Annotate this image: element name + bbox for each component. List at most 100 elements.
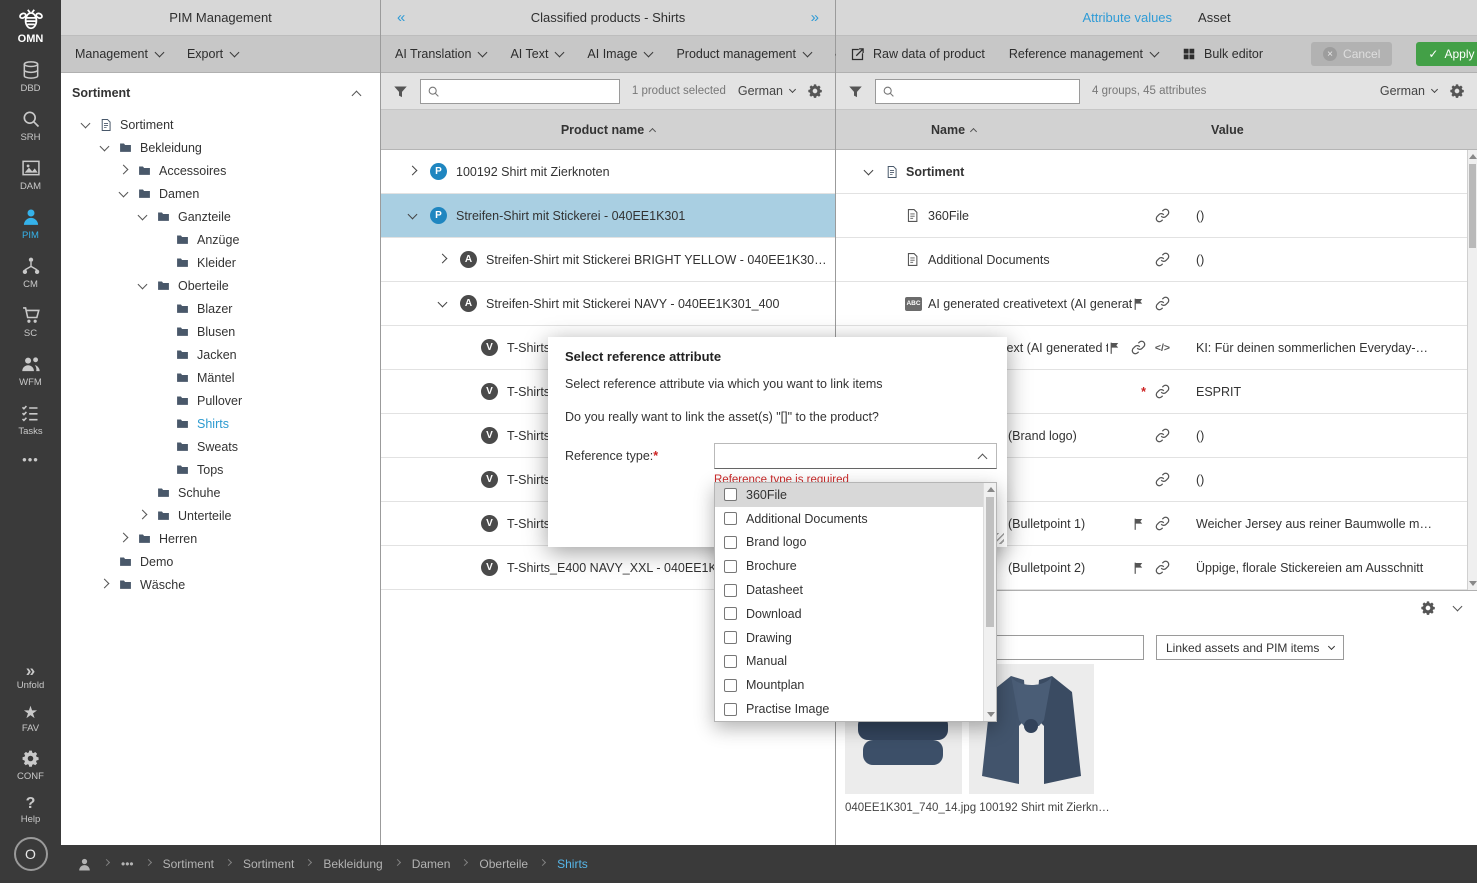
option-checkbox[interactable]	[724, 631, 737, 644]
scrollbar-thumb[interactable]	[986, 497, 994, 627]
scroll-up-icon[interactable]	[1469, 154, 1477, 159]
ai-text-button[interactable]: AI Text	[510, 47, 563, 61]
sidebar-item-cm[interactable]: CM	[21, 256, 41, 290]
tree-item[interactable]: Accessoires	[61, 159, 380, 182]
unlink-icon[interactable]	[1155, 252, 1170, 267]
attribute-value[interactable]: ESPRIT	[1196, 385, 1477, 399]
option-checkbox[interactable]	[724, 607, 737, 620]
unlink-icon[interactable]	[1155, 428, 1170, 443]
chevron-down-icon[interactable]	[100, 141, 110, 151]
code-icon[interactable]: </>	[1155, 342, 1170, 354]
tree-item[interactable]: Damen	[61, 182, 380, 205]
chevron-right-icon[interactable]	[408, 165, 418, 175]
tree-item[interactable]: Mäntel	[61, 366, 380, 389]
scroll-down-icon[interactable]	[987, 712, 995, 717]
unlink-icon[interactable]	[1131, 340, 1146, 355]
sidebar-item-dbd[interactable]: DBD	[20, 60, 40, 94]
breadcrumb-item-current[interactable]: Shirts	[557, 857, 588, 871]
option-checkbox[interactable]	[724, 488, 737, 501]
table-row[interactable]: AStreifen-Shirt mit Stickerei BRIGHT YEL…	[381, 238, 835, 282]
dropdown-option[interactable]: Mountplan	[715, 673, 996, 697]
vertical-scrollbar[interactable]	[1467, 150, 1477, 590]
sidebar-item-conf[interactable]: CONF	[17, 749, 44, 782]
breadcrumb-item[interactable]: Sortiment	[243, 857, 294, 871]
chevron-down-icon[interactable]	[81, 118, 91, 128]
dropdown-option[interactable]: Manual	[715, 650, 996, 674]
attribute-value[interactable]: ()	[1196, 473, 1477, 487]
tree-item[interactable]: Oberteile	[61, 274, 380, 297]
chevron-right-icon[interactable]	[138, 509, 148, 519]
attribute-row[interactable]: Additional Documents ()	[836, 238, 1477, 282]
option-checkbox[interactable]	[724, 512, 737, 525]
language-select[interactable]: German	[1380, 84, 1437, 98]
sidebar-item-help[interactable]: ? Help	[21, 797, 41, 825]
option-checkbox[interactable]	[724, 655, 737, 668]
attribute-value[interactable]: Weicher Jersey aus reiner Baumwolle m…	[1196, 517, 1477, 531]
flag-icon[interactable]	[1132, 517, 1146, 531]
bulk-editor-button[interactable]: Bulk editor	[1182, 47, 1263, 61]
export-menu-button[interactable]: Export	[187, 47, 238, 61]
tree-item-shirts[interactable]: Shirts	[61, 412, 380, 435]
tree-item[interactable]: Blusen	[61, 320, 380, 343]
chevron-down-icon[interactable]	[138, 210, 148, 220]
chevron-down-icon[interactable]	[408, 209, 418, 219]
tab-asset[interactable]: Asset	[1198, 10, 1231, 25]
chevron-right-icon[interactable]	[119, 164, 129, 174]
ai-image-button[interactable]: AI Image	[587, 47, 652, 61]
chevron-down-icon[interactable]	[438, 297, 448, 307]
expand-right-icon[interactable]: »	[811, 9, 819, 26]
dropdown-option[interactable]: Additional Documents	[715, 507, 996, 531]
tree-item[interactable]: Sweats	[61, 435, 380, 458]
breadcrumb-item[interactable]: Damen	[412, 857, 451, 871]
breadcrumb-item[interactable]: Oberteile	[479, 857, 528, 871]
tree-item[interactable]: Ganzteile	[61, 205, 380, 228]
chevron-right-icon[interactable]	[438, 253, 448, 263]
flag-icon[interactable]	[1108, 341, 1122, 355]
column-value[interactable]: Value	[1211, 123, 1244, 137]
tab-attribute-values[interactable]: Attribute values	[1082, 10, 1172, 25]
sidebar-item-pim[interactable]: PIM	[21, 207, 41, 241]
dropdown-option[interactable]: Brochure	[715, 554, 996, 578]
tree-item[interactable]: Wäsche	[61, 573, 380, 596]
flag-icon[interactable]	[1132, 561, 1146, 575]
linked-assets-filter-select[interactable]: Linked assets and PIM items	[1156, 635, 1344, 660]
table-row[interactable]: P100192 Shirt mit Zierknoten	[381, 150, 835, 194]
cancel-button[interactable]: × Cancel	[1311, 42, 1392, 66]
chevron-right-icon[interactable]	[119, 532, 129, 542]
breadcrumb-more[interactable]: •••	[121, 857, 134, 871]
dropdown-option[interactable]: Brand logo	[715, 531, 996, 555]
filter-icon[interactable]	[848, 84, 863, 99]
sidebar-item-fav[interactable]: ★ FAV	[22, 706, 39, 734]
user-avatar[interactable]: O	[14, 837, 48, 871]
flag-icon[interactable]	[1132, 297, 1146, 311]
table-row[interactable]: AStreifen-Shirt mit Stickerei NAVY - 040…	[381, 282, 835, 326]
tree-item[interactable]: Blazer	[61, 297, 380, 320]
tree-item[interactable]: Kleider	[61, 251, 380, 274]
gear-icon[interactable]	[1449, 83, 1465, 99]
product-management-button[interactable]: Product management	[676, 47, 811, 61]
chevron-right-icon[interactable]	[100, 578, 110, 588]
unlink-icon[interactable]	[1155, 384, 1170, 399]
apply-button[interactable]: ✓ Apply	[1416, 42, 1477, 66]
breadcrumb-item[interactable]: Sortiment	[163, 857, 214, 871]
scrollbar-thumb[interactable]	[1469, 164, 1476, 248]
attribute-search-input[interactable]	[901, 84, 1073, 98]
person-icon[interactable]	[77, 857, 92, 872]
chevron-down-icon[interactable]	[138, 279, 148, 289]
tree-item[interactable]: Bekleidung	[61, 136, 380, 159]
reference-management-button[interactable]: Reference management	[1009, 47, 1158, 61]
unlink-icon[interactable]	[1155, 560, 1170, 575]
dropdown-option-360file[interactable]: 360File	[715, 483, 996, 507]
tree-item[interactable]: Unterteile	[61, 504, 380, 527]
dropdown-option[interactable]: Drawing	[715, 626, 996, 650]
sidebar-item-sc[interactable]: SC	[21, 305, 41, 339]
attribute-row[interactable]: ABCAI generated creativetext (AI generat…	[836, 282, 1477, 326]
tree-item[interactable]: Jacken	[61, 343, 380, 366]
attribute-value[interactable]: ()	[1196, 209, 1477, 223]
filter-icon[interactable]	[393, 84, 408, 99]
management-menu-button[interactable]: Management	[75, 47, 163, 61]
language-select[interactable]: German	[738, 84, 795, 98]
tree-item[interactable]: Pullover	[61, 389, 380, 412]
chevron-down-icon[interactable]	[864, 165, 874, 175]
dropdown-option[interactable]: Practise Image	[715, 697, 996, 721]
